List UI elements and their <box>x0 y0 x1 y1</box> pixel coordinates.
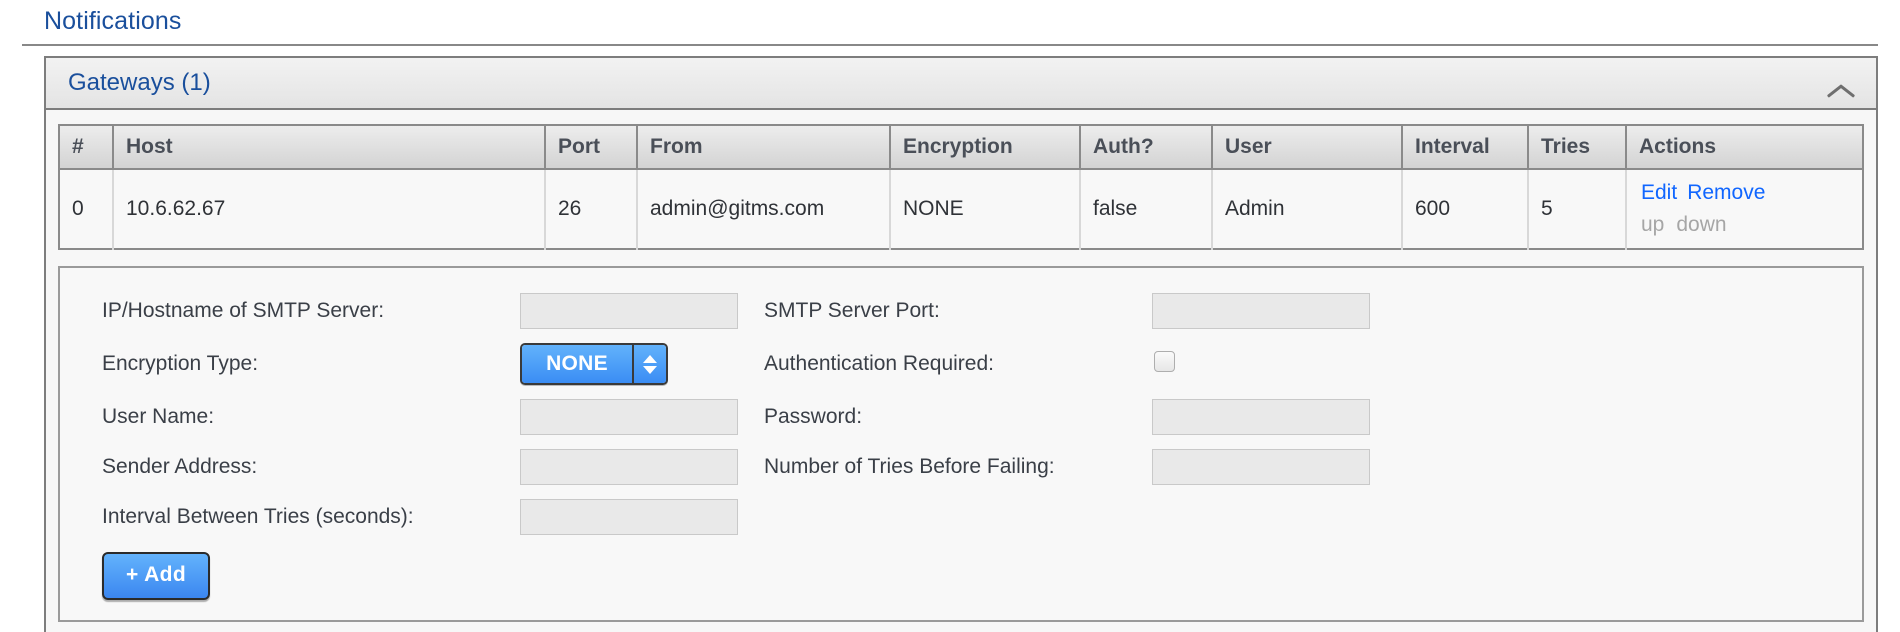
gateways-table: # Host Port From Encryption Auth? User I… <box>58 124 1864 250</box>
column-header-port[interactable]: Port <box>545 125 638 170</box>
column-header-user[interactable]: User <box>1212 125 1403 170</box>
user-name-label: User Name: <box>102 405 215 428</box>
sender-address-label: Sender Address: <box>102 455 258 478</box>
column-header-index[interactable]: # <box>59 125 114 170</box>
cell-user: Admin <box>1212 169 1403 249</box>
move-down-link[interactable]: down <box>1676 213 1726 236</box>
column-header-from[interactable]: From <box>637 125 891 170</box>
cell-tries: 5 <box>1528 169 1627 249</box>
cell-from: admin@gitms.com <box>637 169 891 249</box>
chevron-up-icon[interactable] <box>1824 72 1858 94</box>
row-actions-primary: Edit Remove <box>1641 180 1862 206</box>
smtp-port-field-wrap <box>1152 286 1842 336</box>
cell-actions: Edit Remove up down <box>1626 169 1863 249</box>
column-header-actions[interactable]: Actions <box>1626 125 1863 170</box>
smtp-port-input[interactable] <box>1152 293 1370 329</box>
cell-interval: 600 <box>1402 169 1529 249</box>
add-gateway-button[interactable]: + Add <box>102 552 211 600</box>
cell-auth: false <box>1080 169 1213 249</box>
encryption-type-selected-value: NONE <box>522 345 632 383</box>
gateways-table-head: # Host Port From Encryption Auth? User I… <box>59 125 1863 170</box>
row-actions-secondary: up down <box>1641 212 1862 238</box>
gateways-panel-body: # Host Port From Encryption Auth? User I… <box>46 110 1876 632</box>
user-name-input[interactable] <box>520 399 738 435</box>
interval-between-tries-field-wrap <box>520 492 742 542</box>
column-header-tries[interactable]: Tries <box>1528 125 1627 170</box>
encryption-type-label: Encryption Type: <box>102 352 259 375</box>
notifications-page: Notifications Gateways (1) # Host Port F… <box>0 0 1900 632</box>
gateway-form: IP/Hostname of SMTP Server: SMTP Server … <box>58 266 1864 622</box>
cell-encryption: NONE <box>890 169 1081 249</box>
page-title: Notifications <box>44 7 182 35</box>
auth-required-field-wrap <box>1152 344 1842 384</box>
smtp-host-field-wrap <box>520 286 742 336</box>
remove-link[interactable]: Remove <box>1687 181 1765 204</box>
title-divider <box>22 44 1878 46</box>
edit-link[interactable]: Edit <box>1641 181 1677 204</box>
encryption-type-select[interactable]: NONE <box>520 343 668 385</box>
column-header-host[interactable]: Host <box>113 125 546 170</box>
column-header-auth[interactable]: Auth? <box>1080 125 1213 170</box>
interval-between-tries-input[interactable] <box>520 499 738 535</box>
smtp-port-label: SMTP Server Port: <box>764 299 940 322</box>
auth-required-checkbox[interactable] <box>1154 351 1175 372</box>
table-header-row: # Host Port From Encryption Auth? User I… <box>59 125 1863 170</box>
cell-port: 26 <box>545 169 638 249</box>
gateways-panel-title: Gateways (1) <box>68 69 211 96</box>
smtp-host-input[interactable] <box>520 293 738 329</box>
table-row: 0 10.6.62.67 26 admin@gitms.com NONE fal… <box>59 169 1863 249</box>
move-up-link[interactable]: up <box>1641 213 1664 236</box>
encryption-type-field-wrap: NONE <box>520 336 742 392</box>
tries-before-failing-label: Number of Tries Before Failing: <box>764 455 1055 478</box>
row-action-links: Edit Remove up down <box>1641 180 1862 238</box>
sender-address-input[interactable] <box>520 449 738 485</box>
smtp-host-label: IP/Hostname of SMTP Server: <box>102 299 385 322</box>
cell-host: 10.6.62.67 <box>113 169 546 249</box>
cell-index: 0 <box>59 169 114 249</box>
auth-required-label: Authentication Required: <box>764 352 994 375</box>
password-label: Password: <box>764 405 863 428</box>
sender-address-field-wrap <box>520 442 742 492</box>
arrow-up-icon <box>643 354 657 363</box>
gateways-panel-header[interactable]: Gateways (1) <box>46 58 1876 110</box>
column-header-interval[interactable]: Interval <box>1402 125 1529 170</box>
password-input[interactable] <box>1152 399 1370 435</box>
section-title-container: Notifications <box>0 0 1900 36</box>
form-button-row: + Add <box>80 542 1842 600</box>
select-stepper-arrows-icon <box>632 345 666 383</box>
tries-before-failing-field-wrap <box>1152 442 1842 492</box>
gateways-table-body: 0 10.6.62.67 26 admin@gitms.com NONE fal… <box>59 169 1863 249</box>
column-header-encryption[interactable]: Encryption <box>890 125 1081 170</box>
gateway-form-grid: IP/Hostname of SMTP Server: SMTP Server … <box>80 286 1842 600</box>
arrow-down-icon <box>643 365 657 374</box>
password-field-wrap <box>1152 392 1842 442</box>
gateways-panel: Gateways (1) # Host Port From Encryption… <box>44 56 1878 632</box>
interval-between-tries-label: Interval Between Tries (seconds): <box>102 505 414 528</box>
user-name-field-wrap <box>520 392 742 442</box>
tries-before-failing-input[interactable] <box>1152 449 1370 485</box>
